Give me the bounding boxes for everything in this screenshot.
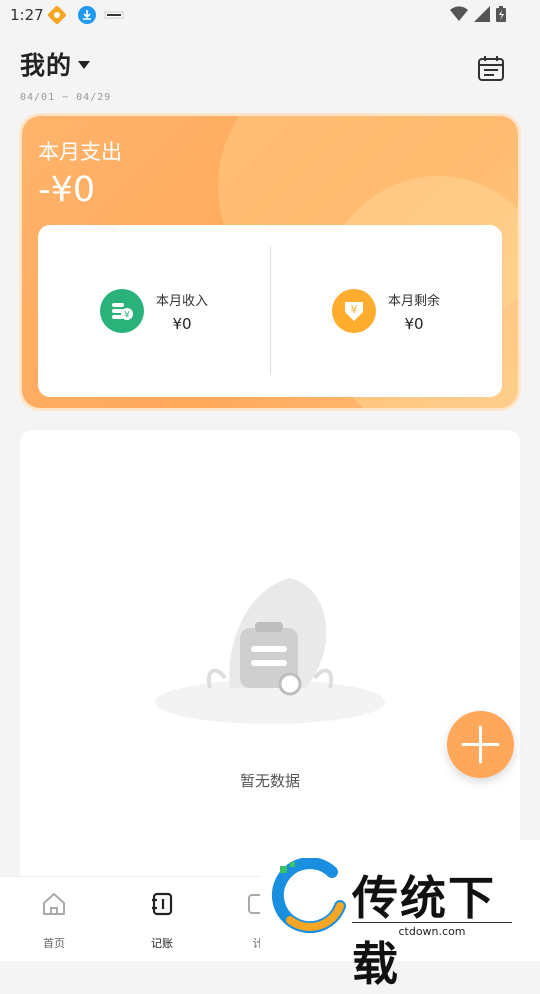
expense-label: 本月支出 <box>38 140 122 164</box>
income-value: ¥0 <box>172 314 192 333</box>
svg-text:¥: ¥ <box>124 311 130 321</box>
app-notification-icon <box>48 6 66 24</box>
yen-down-icon: ¥ <box>332 289 376 333</box>
empty-state-text: 暂无数据 <box>239 772 300 790</box>
records-list: 暂无数据 <box>20 430 520 890</box>
nav-item-bookkeeping[interactable]: 记账 <box>132 891 192 951</box>
divider <box>270 247 271 375</box>
income-label: 本月收入 <box>156 293 209 309</box>
income-remaining-panel: ¥ 本月收入 ¥0 ¥ 本月剩余 ¥0 <box>38 225 502 397</box>
expense-value: -¥0 <box>38 170 96 210</box>
coins-icon: ¥ <box>100 289 144 333</box>
news-notification-icon <box>104 11 124 19</box>
account-selector[interactable]: 我的 <box>20 46 520 82</box>
add-record-button[interactable] <box>447 711 514 778</box>
signal-icon <box>474 6 490 22</box>
caret-down-icon <box>78 61 91 69</box>
svg-text:¥: ¥ <box>351 303 358 316</box>
nav-label: 记账 <box>151 937 173 950</box>
watermark-logo-icon <box>271 858 346 934</box>
page-header: 我的 04/01 ~ 04/29 <box>20 46 520 106</box>
status-bar: 1:27 <box>0 0 540 32</box>
calendar-icon[interactable] <box>476 54 506 84</box>
status-time: 1:27 <box>10 6 44 24</box>
notebook-icon <box>152 892 173 916</box>
remaining-value: ¥0 <box>404 314 424 333</box>
page-title: 我的 <box>20 51 73 80</box>
date-range: 04/01 ~ 04/29 <box>20 92 112 103</box>
battery-icon <box>496 6 506 22</box>
wifi-icon <box>450 6 468 22</box>
watermark-site: ctdown.com <box>352 922 512 938</box>
remaining-stat: ¥ 本月剩余 ¥0 <box>332 289 440 333</box>
nav-label: 首页 <box>43 937 65 950</box>
monthly-summary-card: 本月支出 -¥0 ¥ 本月收入 ¥0 ¥ 本月剩余 ¥0 <box>22 116 518 408</box>
watermark-overlay: 传统下载 ctdown.com <box>260 840 540 991</box>
empty-clipboard-illustration <box>155 578 385 724</box>
home-icon <box>43 893 65 915</box>
income-stat: ¥ 本月收入 ¥0 <box>100 289 208 333</box>
remaining-label: 本月剩余 <box>388 293 441 309</box>
download-notification-icon <box>78 6 96 24</box>
plus-icon <box>461 725 500 764</box>
nav-item-home[interactable]: 首页 <box>24 891 84 951</box>
